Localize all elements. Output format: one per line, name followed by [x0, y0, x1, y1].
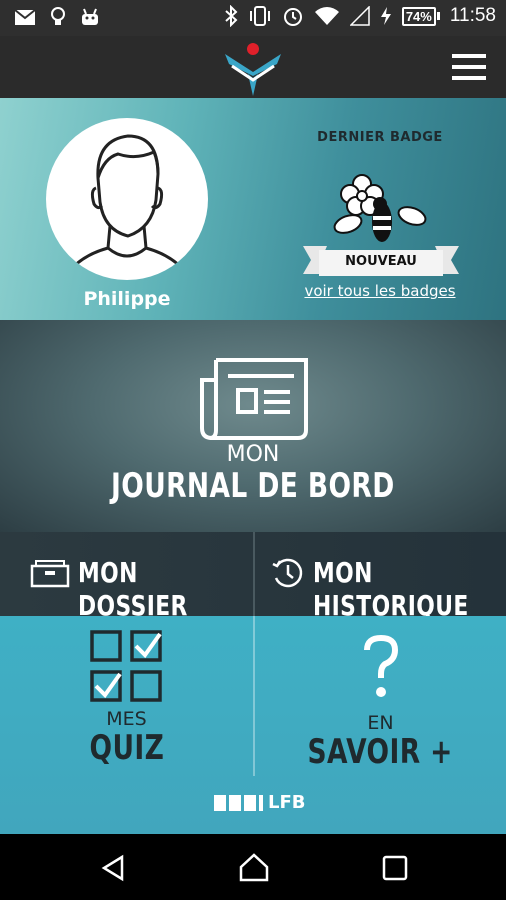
- badge-title: DERNIER BADGE: [317, 130, 443, 145]
- android-icon: [82, 8, 98, 25]
- battery-percent: 74%: [401, 6, 436, 26]
- mon-historique-label: MON HISTORIQUE: [313, 556, 469, 622]
- mail-icon: [14, 8, 36, 25]
- signal-icon: [349, 6, 370, 26]
- wifi-icon: [314, 7, 339, 25]
- bluetooth-icon: [225, 5, 238, 27]
- mon-dossier-tile[interactable]: MON DOSSIER: [0, 532, 253, 622]
- savoir-line1: EN: [367, 712, 394, 734]
- journal-title: JOURNAL DE BORD: [111, 466, 395, 506]
- avatar[interactable]: [46, 118, 208, 280]
- profile-section: Philippe DERNIER BADGE NOUVEAU voir tous…: [0, 98, 506, 320]
- journal-tile[interactable]: MON JOURNAL DE BORD: [0, 320, 506, 532]
- profile-name: Philippe: [83, 288, 171, 310]
- quiz-line1: MES: [106, 708, 147, 730]
- quiz-savoir-row: MES QUIZ EN SAVOIR + LFB: [0, 616, 506, 834]
- bulb-icon: [51, 7, 65, 25]
- recents-icon[interactable]: [382, 855, 408, 881]
- alarm-icon: [283, 8, 302, 26]
- see-all-badges-link[interactable]: voir tous les badges: [304, 282, 455, 300]
- badge-ribbon-label: NOUVEAU: [345, 254, 417, 269]
- mon-dossier-label: MON DOSSIER: [78, 556, 188, 622]
- newspaper-icon: [200, 358, 308, 440]
- en-savoir-plus-tile[interactable]: EN SAVOIR +: [255, 616, 506, 776]
- user-silhouette-icon: [70, 134, 184, 270]
- lfb-logo: LFB: [214, 792, 306, 813]
- quiz-title: QUIZ: [89, 728, 164, 768]
- lfb-logo-text: LFB: [268, 792, 306, 813]
- clock: 11:58: [449, 5, 496, 26]
- android-nav-bar: [0, 834, 506, 900]
- folder-drawer-icon: [30, 560, 70, 588]
- vibrate-icon: [249, 6, 270, 26]
- dossier-historique-row: MON DOSSIER MON HISTORIQUE: [0, 532, 506, 622]
- charging-icon: [380, 7, 391, 25]
- history-clock-icon: [272, 558, 303, 588]
- journal-line1: MON: [226, 442, 280, 467]
- question-mark-icon: [364, 634, 399, 697]
- latest-badge[interactable]: DERNIER BADGE: [300, 130, 460, 145]
- app-bar: [0, 36, 506, 98]
- status-bar: 74% 11:58: [0, 0, 506, 36]
- battery-icon: 74%: [401, 6, 440, 26]
- mes-quiz-tile[interactable]: MES QUIZ: [0, 616, 253, 776]
- hamburger-menu-icon[interactable]: [452, 54, 486, 80]
- savoir-title: SAVOIR +: [307, 732, 454, 772]
- home-icon[interactable]: [238, 852, 270, 882]
- mon-historique-tile[interactable]: MON HISTORIQUE: [255, 532, 506, 622]
- back-icon[interactable]: [100, 854, 126, 882]
- checklist-icon: [90, 630, 162, 702]
- bee-badge-icon: [333, 174, 427, 242]
- app-logo[interactable]: [222, 40, 284, 96]
